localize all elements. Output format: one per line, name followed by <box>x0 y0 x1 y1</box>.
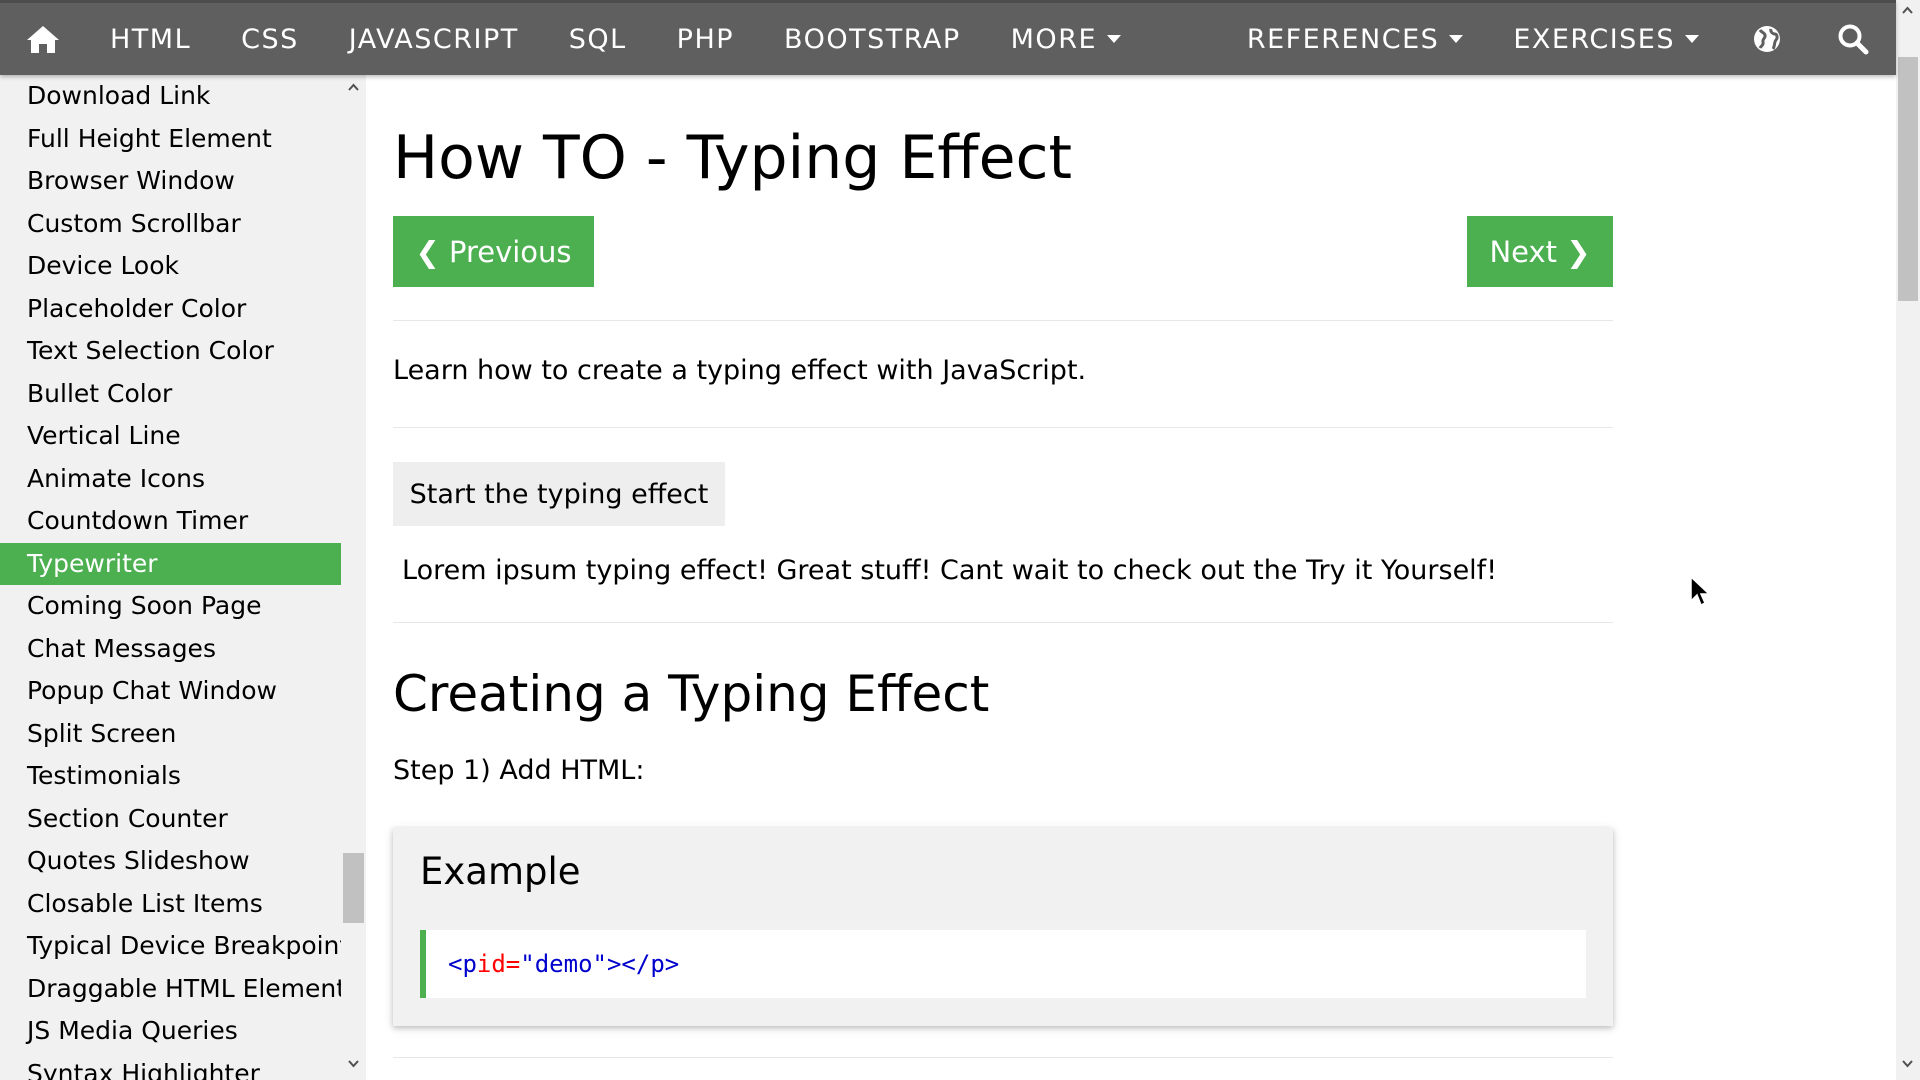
top-navbar: HTML CSS JAVASCRIPT SQL PHP BOOTSTRAP MO… <box>0 0 1896 75</box>
sidebar-item-draggable-html-element[interactable]: Draggable HTML Element <box>0 968 341 1011</box>
code-attribute: id= <box>476 950 521 978</box>
code-tag-open: <p <box>448 950 477 978</box>
nav-bootstrap[interactable]: BOOTSTRAP <box>759 3 986 75</box>
sidebar-item-download-link[interactable]: Download Link <box>0 75 341 118</box>
divider <box>393 622 1613 623</box>
sidebar-scrollbar[interactable] <box>341 75 366 1080</box>
code-tag-close: ></p> <box>606 950 680 978</box>
nav-javascript[interactable]: JAVASCRIPT <box>324 3 544 75</box>
page-scrollbar[interactable] <box>1896 0 1920 1080</box>
caret-down-icon <box>1449 35 1464 43</box>
sidebar-item-typical-device-breakpoints[interactable]: Typical Device Breakpoints <box>0 925 341 968</box>
sidebar-item-popup-chat-window[interactable]: Popup Chat Window <box>0 670 341 713</box>
scroll-down-icon[interactable] <box>1902 1060 1913 1068</box>
code-snippet: <p id= "demo" ></p> <box>420 930 1586 998</box>
divider <box>393 320 1613 321</box>
sidebar-item-closable-list-items[interactable]: Closable List Items <box>0 883 341 926</box>
nav-more-menu[interactable]: MORE <box>986 3 1146 75</box>
intro-text: Learn how to create a typing effect with… <box>393 355 1087 386</box>
sidebar-item-full-height-element[interactable]: Full Height Element <box>0 118 341 161</box>
sidebar-item-typewriter[interactable]: Typewriter <box>0 542 341 585</box>
sidebar-item-split-screen[interactable]: Split Screen <box>0 713 341 756</box>
sidebar-item-text-selection-color[interactable]: Text Selection Color <box>0 330 341 373</box>
caret-down-icon <box>1685 35 1699 43</box>
sidebar-item-testimonials[interactable]: Testimonials <box>0 755 341 798</box>
sidebar-item-syntax-highlighter[interactable]: Syntax Highlighter <box>0 1053 341 1080</box>
translate-button[interactable] <box>1724 3 1810 75</box>
sidebar-item-section-counter[interactable]: Section Counter <box>0 798 341 841</box>
nav-references-label: REFERENCES <box>1246 23 1440 55</box>
nav-css[interactable]: CSS <box>216 3 324 75</box>
sidebar-item-vertical-line[interactable]: Vertical Line <box>0 415 341 458</box>
nav-sql[interactable]: SQL <box>544 3 652 75</box>
sidebar-item-custom-scrollbar[interactable]: Custom Scrollbar <box>0 203 341 246</box>
previous-button[interactable]: ❮ Previous <box>393 216 594 287</box>
nav-more-label: MORE <box>1010 23 1098 55</box>
sidebar-item-placeholder-color[interactable]: Placeholder Color <box>0 288 341 331</box>
nav-php[interactable]: PHP <box>652 3 759 75</box>
page-scroll-thumb[interactable] <box>1898 57 1918 301</box>
scroll-up-icon[interactable] <box>348 83 359 91</box>
sidebar-item-bullet-color[interactable]: Bullet Color <box>0 373 341 416</box>
mouse-cursor-icon <box>1690 576 1710 607</box>
typing-demo-output: Lorem ipsum typing effect! Great stuff! … <box>402 555 1498 586</box>
sidebar-list: Download Link Full Height Element Browser … <box>0 75 341 1080</box>
search-button[interactable] <box>1810 3 1896 75</box>
code-attribute-value: "demo" <box>520 950 607 978</box>
nav-exercises-label: EXERCISES <box>1513 23 1675 55</box>
nav-references-menu[interactable]: REFERENCES <box>1222 3 1488 75</box>
sidebar-item-js-media-queries[interactable]: JS Media Queries <box>0 1010 341 1053</box>
page-title: How TO - Typing Effect <box>393 123 1073 193</box>
nav-exercises-menu[interactable]: EXERCISES <box>1488 3 1724 75</box>
start-typing-button[interactable]: Start the typing effect <box>393 462 725 526</box>
globe-icon <box>1754 26 1780 52</box>
divider <box>393 1057 1613 1058</box>
sidebar-item-countdown-timer[interactable]: Countdown Timer <box>0 500 341 543</box>
search-icon <box>1838 24 1869 55</box>
sidebar-item-animate-icons[interactable]: Animate Icons <box>0 458 341 501</box>
sidebar: Download Link Full Height Element Browser … <box>0 75 341 1080</box>
example-box: Example <p id= "demo" ></p> <box>393 828 1613 1026</box>
scroll-down-icon[interactable] <box>348 1060 359 1068</box>
sidebar-item-browser-window[interactable]: Browser Window <box>0 160 341 203</box>
sidebar-scroll-thumb[interactable] <box>343 853 364 923</box>
example-title: Example <box>420 850 581 893</box>
sidebar-item-coming-soon-page[interactable]: Coming Soon Page <box>0 585 341 628</box>
scroll-up-icon[interactable] <box>1902 6 1913 14</box>
divider <box>393 427 1613 428</box>
step-heading: Step 1) Add HTML: <box>393 755 645 786</box>
sidebar-item-chat-messages[interactable]: Chat Messages <box>0 628 341 671</box>
sidebar-item-device-look[interactable]: Device Look <box>0 245 341 288</box>
caret-down-icon <box>1107 35 1122 43</box>
next-button[interactable]: Next ❯ <box>1467 216 1613 287</box>
nav-html[interactable]: HTML <box>85 3 216 75</box>
section-title: Creating a Typing Effect <box>393 665 990 723</box>
home-button[interactable] <box>0 3 85 75</box>
sidebar-item-quotes-slideshow[interactable]: Quotes Slideshow <box>0 840 341 883</box>
home-icon <box>26 26 59 53</box>
